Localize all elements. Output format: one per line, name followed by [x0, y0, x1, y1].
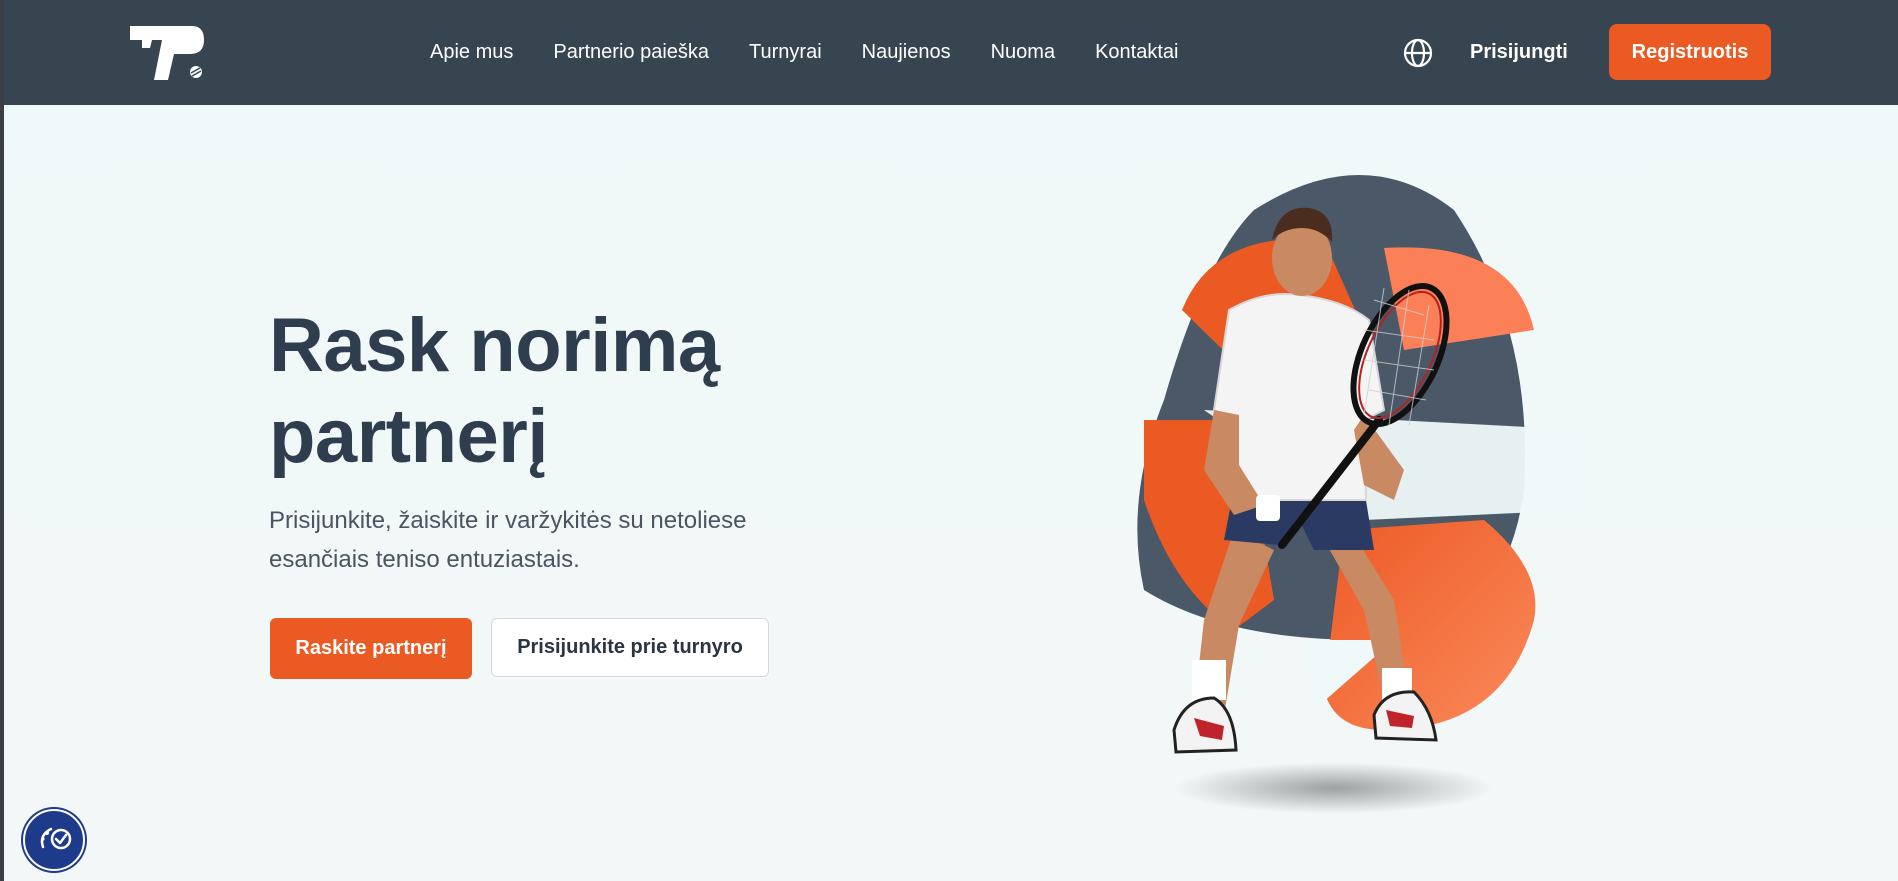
- nav-naujienos[interactable]: Naujienos: [862, 41, 951, 64]
- login-link[interactable]: Prisijungti: [1470, 0, 1568, 105]
- nav-apie-mus[interactable]: Apie mus: [430, 41, 513, 64]
- hero-subtitle-line-1: Prisijunkite, žaiskite ir varžykitės su …: [269, 507, 747, 534]
- hero-illustration: [1137, 175, 1584, 814]
- accessibility-button[interactable]: [23, 809, 85, 871]
- globe-icon[interactable]: [1402, 37, 1434, 69]
- top-navigation-bar: Apie mus Partnerio paieška Turnyrai Nauj…: [4, 0, 1898, 105]
- nav-turnyrai[interactable]: Turnyrai: [749, 41, 822, 64]
- find-partner-button[interactable]: Raskite partnerį: [270, 618, 472, 679]
- hero-subtitle: Prisijunkite, žaiskite ir varžykitės su …: [269, 501, 829, 579]
- hero-subtitle-line-2: esančiais teniso entuziastais.: [269, 546, 580, 573]
- page: Apie mus Partnerio paieška Turnyrai Nauj…: [4, 0, 1898, 881]
- nav-partnerio-paieska[interactable]: Partnerio paieška: [553, 41, 709, 64]
- hero-title: Rask norimą partnerį: [269, 300, 869, 482]
- logo-icon[interactable]: [130, 22, 204, 82]
- main-nav: Apie mus Partnerio paieška Turnyrai Nauj…: [430, 0, 1218, 105]
- accessibility-icon: [40, 827, 72, 850]
- hero-title-line-2: partnerį: [269, 394, 548, 479]
- hero-title-line-1: Rask norimą: [269, 303, 720, 388]
- nav-nuoma[interactable]: Nuoma: [991, 41, 1055, 64]
- register-button[interactable]: Registruotis: [1609, 24, 1771, 80]
- join-tournament-button[interactable]: Prisijunkite prie turnyro: [491, 618, 769, 677]
- nav-kontaktai[interactable]: Kontaktai: [1095, 41, 1178, 64]
